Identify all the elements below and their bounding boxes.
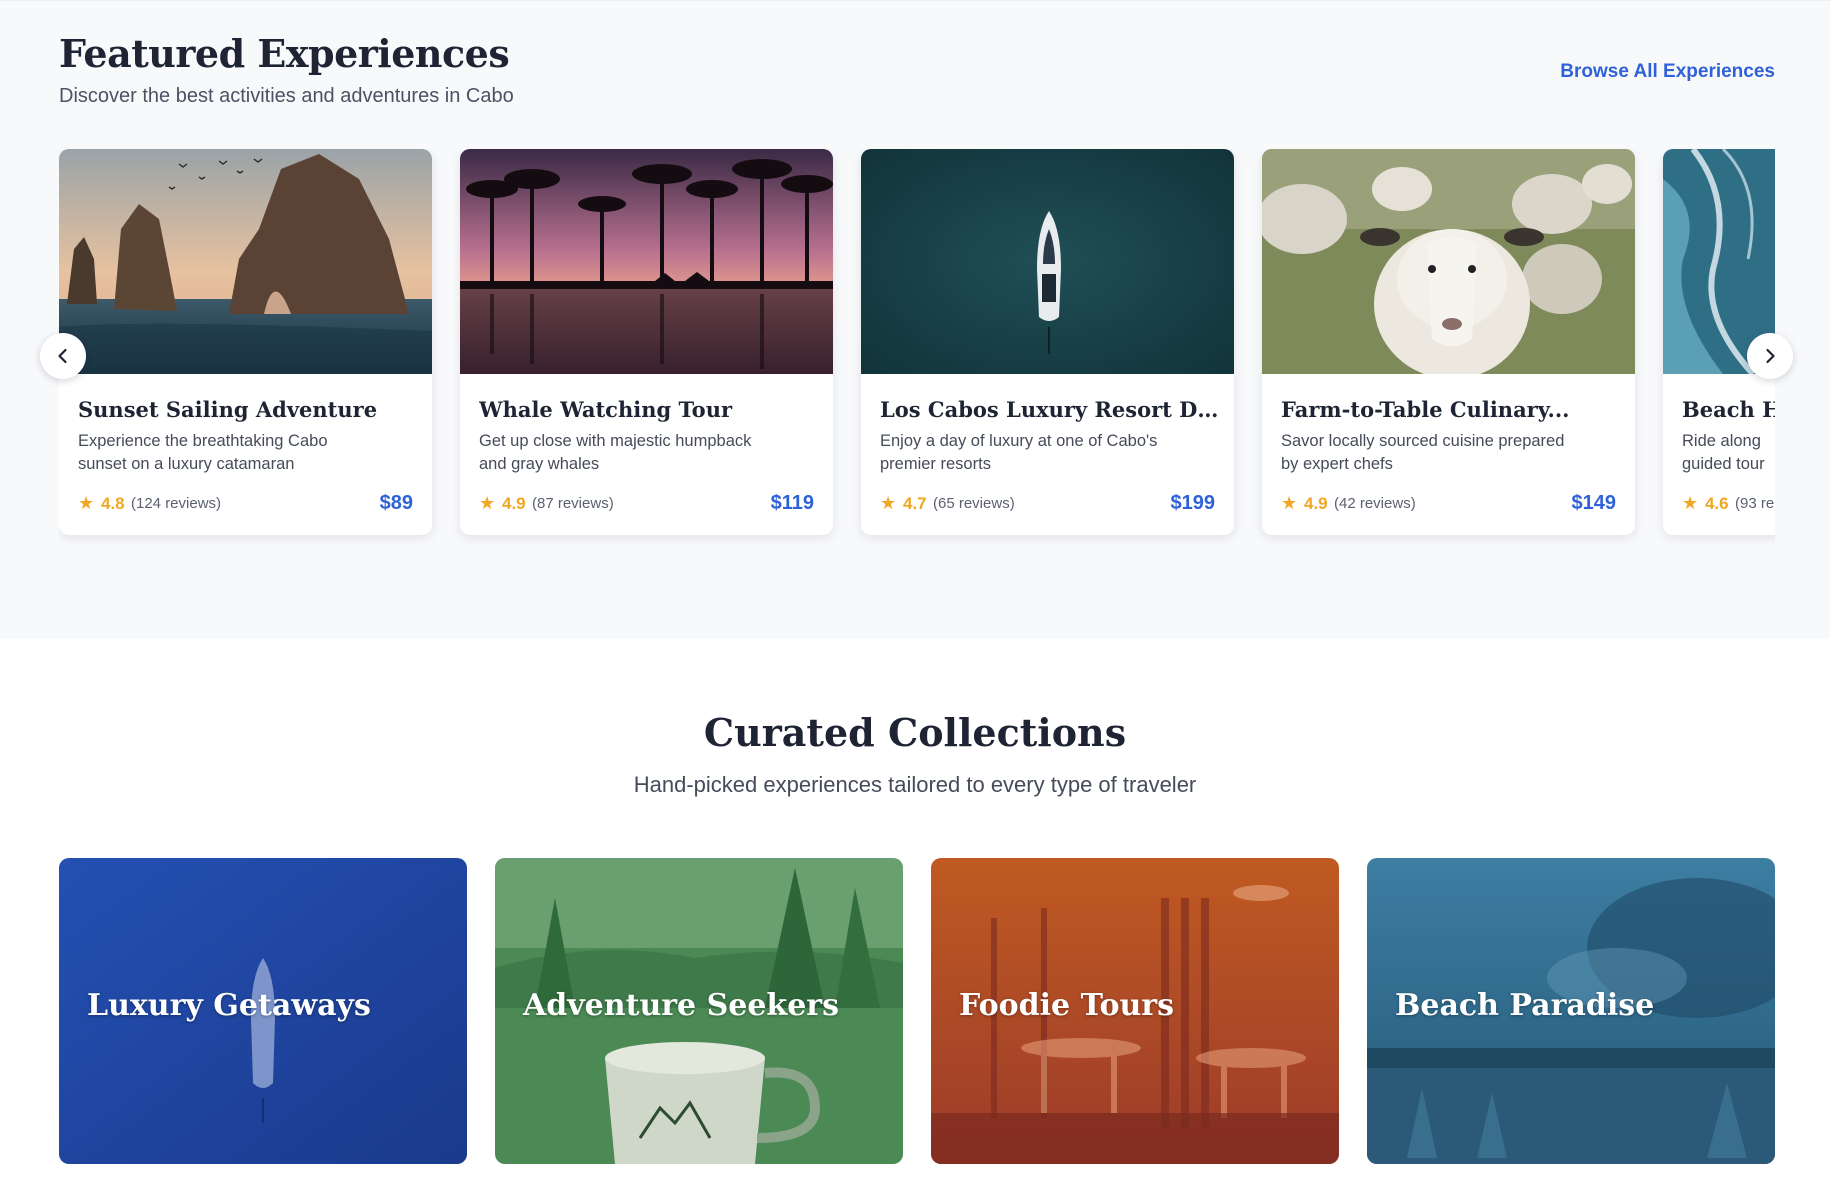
experience-card[interactable]: Whale Watching Tour Get up close with ma… [460,149,833,535]
star-icon: ★ [880,493,897,513]
star-icon: ★ [1682,493,1699,513]
price: $149 [1571,492,1617,514]
curated-subtitle: Hand-picked experiences tailored to ever… [633,772,1197,797]
collection-label: Beach Paradise [1395,988,1655,1023]
review-count: (42 reviews) [1334,495,1416,512]
experience-carousel: Sunset Sailing Adventure Experience the … [59,149,1775,559]
rating-value: 4.6 [1705,494,1729,513]
experience-image [460,149,833,374]
collection-label: Luxury Getaways [87,988,371,1023]
experience-image [861,149,1234,374]
featured-subtitle: Discover the best activities and adventu… [59,85,514,107]
rating-value: 4.9 [502,494,526,513]
curated-title: Curated Collections [703,710,1127,755]
experience-card[interactable]: Sunset Sailing Adventure Experience the … [59,149,432,535]
experience-description: Ride along guided tour [1682,432,1765,473]
review-count: (93 re [1735,495,1775,512]
rating-value: 4.7 [903,494,927,513]
experience-meta: ★ 4.9 (87 reviews) $119 [479,491,814,515]
chevron-right-icon [1766,348,1775,364]
collection-foodie-tours[interactable]: Foodie Tours [931,858,1339,1164]
experience-image [1262,149,1635,374]
star-icon: ★ [479,493,496,513]
price: $119 [770,492,814,514]
experience-description: Enjoy a day of luxury at one of Cabo's p… [880,432,1158,473]
experience-description: Savor locally sourced cuisine prepared b… [1281,432,1565,473]
star-icon: ★ [1281,493,1298,513]
experience-image [59,149,432,374]
price: $89 [379,492,413,514]
review-count: (65 reviews) [933,495,1015,512]
browse-all-link[interactable]: Browse All Experiences [1560,61,1775,83]
experience-title: Sunset Sailing Adventure [78,397,378,422]
experience-title: Beach Ho [1682,397,1775,422]
chevron-left-icon [58,348,67,364]
collection-luxury-getaways[interactable]: Luxury Getaways [59,858,467,1164]
rating-value: 4.8 [101,494,125,513]
experience-meta: ★ 4.9 (42 reviews) $149 [1281,491,1616,515]
collection-beach-paradise[interactable]: Beach Paradise [1367,858,1775,1164]
experience-meta: ★ 4.6 (93 re [1682,491,1775,515]
experience-card[interactable]: Farm-to-Table Culinary... Savor locally … [1262,149,1635,535]
carousel-prev-button[interactable] [40,333,86,379]
experience-meta: ★ 4.8 (124 reviews) $89 [78,491,413,515]
experience-description: Experience the breathtaking Cabo sunset … [78,432,328,473]
collection-label: Foodie Tours [959,988,1174,1023]
experience-card[interactable]: Los Cabos Luxury Resort Day Pass Enjoy a… [861,149,1234,535]
experience-description: Get up close with majestic humpback and … [479,432,752,473]
experience-title: Whale Watching Tour [479,397,733,422]
rating-value: 4.9 [1304,494,1328,513]
collection-adventure-seekers[interactable]: Adventure Seekers [495,858,903,1164]
collection-label: Adventure Seekers [523,988,839,1023]
review-count: (124 reviews) [131,495,222,512]
featured-section: Featured Experiences Discover the best a… [0,0,1830,639]
experience-title: Farm-to-Table Culinary... [1281,397,1570,422]
carousel-next-button[interactable] [1747,333,1793,379]
review-count: (87 reviews) [532,495,614,512]
experience-meta: ★ 4.7 (65 reviews) $199 [880,491,1215,515]
price: $199 [1170,492,1216,514]
experience-title: Los Cabos Luxury Resort Day Pass [880,397,1220,422]
star-icon: ★ [78,493,95,513]
featured-title: Featured Experiences [59,31,510,76]
